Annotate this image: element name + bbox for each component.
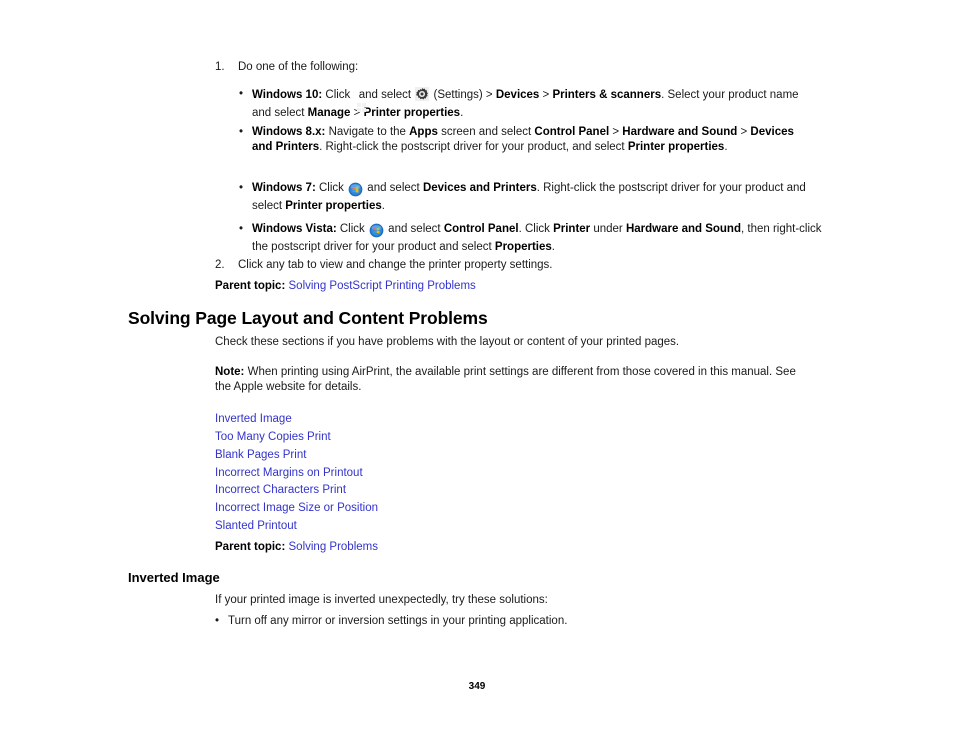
list-text: Click any tab to view and change the pri… (238, 259, 553, 271)
bold-control-panel: Control Panel (443, 223, 519, 235)
link-label[interactable]: Incorrect Margins on Printout (215, 467, 363, 479)
bold-apps: Apps (409, 126, 438, 138)
page-number: 349 (468, 681, 486, 692)
bullet-text: Windows 7: Click and select Devices and … (252, 181, 814, 213)
list-number: 1. (215, 61, 225, 73)
text-segment: screen and select (437, 126, 535, 138)
text-segment: . (724, 140, 728, 153)
text-segment: . (551, 240, 555, 253)
os-label-windows-7: Windows 7: (252, 182, 316, 194)
windows-orb-icon (348, 182, 363, 199)
note-text: When printing using AirPrint, the availa… (215, 366, 796, 393)
bold-hardware-and-sound: Hardware and Sound (625, 223, 741, 235)
bullet-windows-8x: • Windows 8.x: Navigate to the Apps scre… (239, 125, 814, 154)
text-segment: . (460, 106, 464, 119)
parent-topic-label: Parent topic: (215, 280, 286, 292)
text-segment: and select (355, 89, 415, 101)
link-label[interactable]: Too Many Copies Print (215, 431, 331, 443)
bullet-text: Windows 10: Click and select (Settings) … (252, 87, 814, 120)
link-label[interactable]: Slanted Printout (215, 520, 297, 532)
os-label-windows-vista: Windows Vista: (252, 223, 337, 235)
text-segment: and select (384, 223, 444, 235)
parent-topic-label: Parent topic: (215, 541, 286, 553)
text-segment: . (381, 199, 385, 212)
parent-topic-postscript: Parent topic: Solving PostScript Printin… (215, 279, 476, 294)
link-label[interactable]: Inverted Image (215, 413, 292, 425)
bold-devices: Devices (495, 89, 540, 101)
text-segment: and select (364, 182, 423, 194)
bullet-marker: • (215, 615, 220, 627)
ordered-list-item-1: 1. Do one of the following: (215, 60, 815, 75)
settings-gear-icon (415, 87, 430, 106)
text-segment: > (737, 126, 751, 138)
bullet-marker: • (239, 88, 244, 100)
bold-manage: Manage (307, 106, 351, 119)
bold-printer-properties: Printer properties (363, 106, 461, 119)
list-number: 2. (215, 259, 225, 271)
note-block: Note: When printing using AirPrint, the … (215, 365, 805, 394)
note-label: Note: (215, 366, 245, 378)
document-page: 1. Do one of the following: • Windows 10… (0, 0, 954, 738)
bold-printer-properties: Printer properties (627, 140, 725, 153)
bold-properties: Properties (494, 240, 552, 253)
parent-topic-link[interactable]: Solving PostScript Printing Problems (289, 280, 476, 292)
toc-link-incorrect-characters-print[interactable]: Incorrect Characters Print (215, 483, 346, 498)
parent-topic-solving-problems: Parent topic: Solving Problems (215, 540, 378, 555)
bullet-marker: • (239, 126, 244, 138)
bullet-text: Windows 8.x: Navigate to the Apps screen… (252, 125, 814, 154)
text-segment: > (609, 126, 623, 138)
bold-printer: Printer (553, 223, 591, 235)
inverted-image-bullet: • Turn off any mirror or inversion setti… (215, 614, 815, 629)
link-label[interactable]: Blank Pages Print (215, 449, 306, 461)
bold-printers-scanners: Printers & scanners (552, 89, 662, 101)
link-label[interactable]: Incorrect Characters Print (215, 484, 346, 496)
ordered-list-item-2: 2. Click any tab to view and change the … (215, 258, 815, 273)
page-title: Solving Page Layout and Content Problems (128, 308, 488, 328)
bullet-windows-10: • Windows 10: Click and select (Settings… (239, 87, 814, 120)
bullet-windows-7: • Windows 7: Click and select Devices an… (239, 181, 814, 213)
text-segment: . Right-click the postscript driver for … (319, 140, 628, 153)
bullet-text: Turn off any mirror or inversion setting… (228, 615, 568, 627)
toc-link-incorrect-image-size-or-position[interactable]: Incorrect Image Size or Position (215, 501, 378, 516)
text-segment: Navigate to the (325, 126, 410, 138)
bold-devices-and-printers: Devices and Printers (422, 182, 537, 194)
bullet-text: Windows Vista: Click and select Control … (252, 222, 824, 254)
section-heading-inverted-image: Inverted Image (128, 570, 220, 585)
text-segment: Click (336, 223, 368, 235)
text-segment: under (590, 223, 626, 235)
text-segment: Click (315, 182, 348, 194)
os-label-windows-8x: Windows 8.x: (252, 126, 326, 138)
bullet-marker: • (239, 223, 244, 235)
inverted-image-intro: If your printed image is inverted unexpe… (215, 594, 548, 606)
list-text: Do one of the following: (238, 61, 359, 73)
toc-link-blank-pages-print[interactable]: Blank Pages Print (215, 448, 306, 463)
text-segment: Click (322, 89, 354, 101)
bold-control-panel: Control Panel (534, 126, 610, 138)
bold-printer-properties: Printer properties (285, 199, 382, 212)
text-segment: > (539, 89, 553, 101)
windows-orb-icon (369, 223, 384, 240)
bold-hardware-and-sound: Hardware and Sound (622, 126, 738, 138)
bullet-windows-vista: • Windows Vista: Click and select Contro… (239, 222, 824, 254)
section-intro-text: Check these sections if you have problem… (215, 336, 680, 348)
os-label-windows-10: Windows 10: (252, 89, 323, 101)
text-segment: . Click (518, 223, 554, 235)
link-label[interactable]: Incorrect Image Size or Position (215, 502, 378, 514)
toc-link-incorrect-margins-on-printout[interactable]: Incorrect Margins on Printout (215, 466, 363, 481)
toc-link-slanted-printout[interactable]: Slanted Printout (215, 519, 297, 534)
toc-link-too-many-copies-print[interactable]: Too Many Copies Print (215, 430, 331, 445)
toc-link-inverted-image[interactable]: Inverted Image (215, 412, 292, 427)
text-segment: (Settings) > (430, 89, 496, 101)
bullet-marker: • (239, 182, 244, 194)
parent-topic-link[interactable]: Solving Problems (289, 541, 378, 553)
